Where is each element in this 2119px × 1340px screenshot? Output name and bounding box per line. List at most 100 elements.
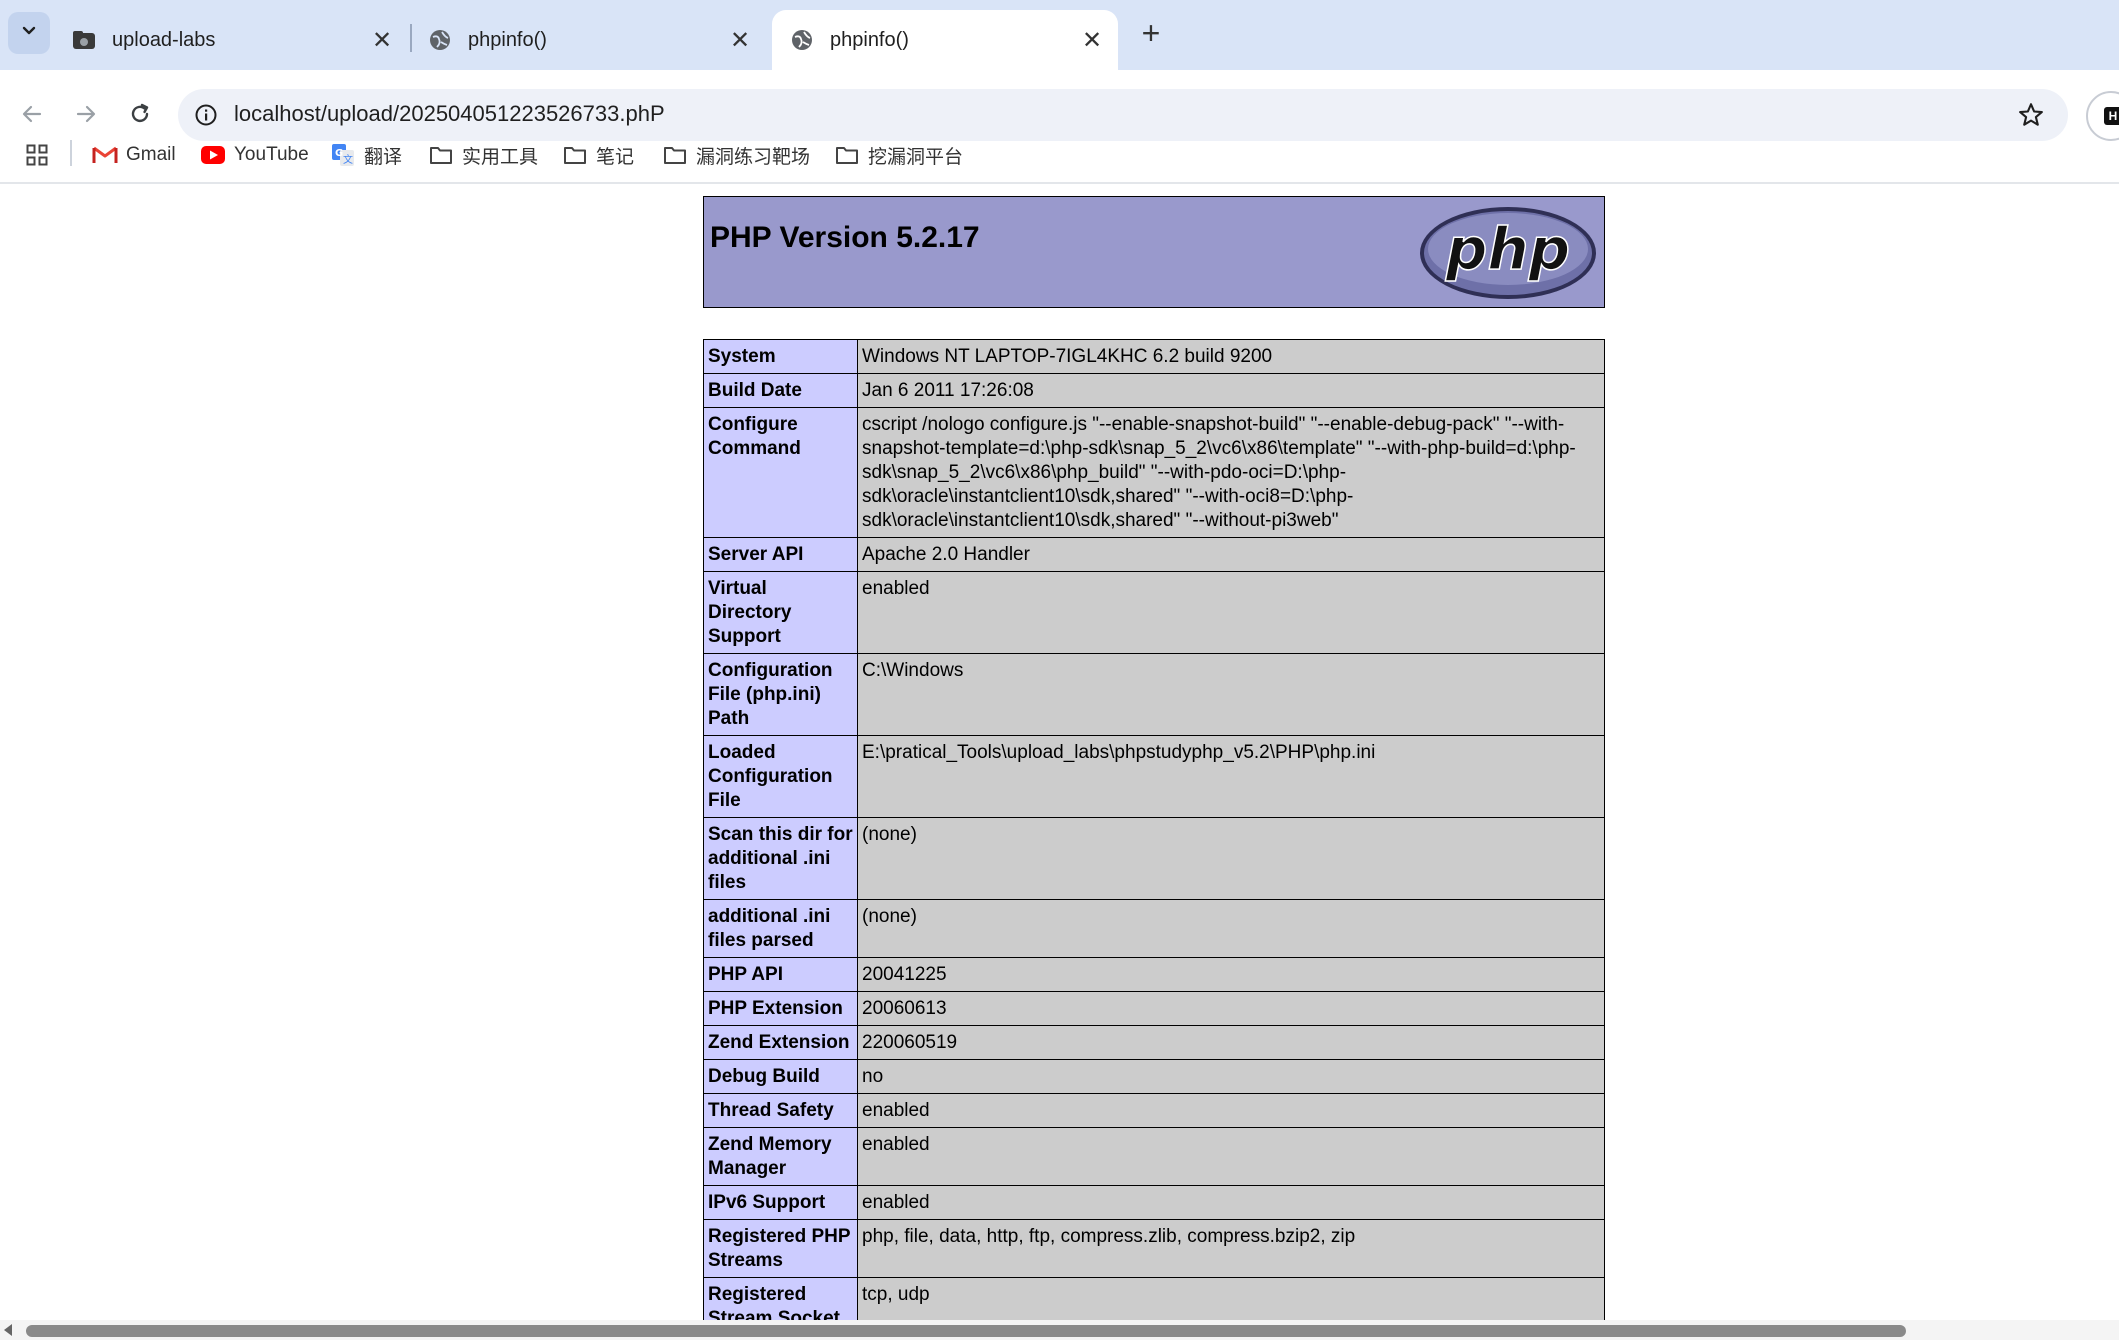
- bookmarks-divider: [70, 140, 72, 166]
- svg-text:G: G: [335, 148, 343, 159]
- tab-search-button[interactable]: [8, 12, 50, 54]
- table-row: Server API Apache 2.0 Handler: [703, 537, 1605, 572]
- bookmark-gmail[interactable]: Gmail: [92, 138, 176, 172]
- row-key: Zend Memory Manager: [703, 1127, 858, 1186]
- row-key: Configure Command: [703, 407, 858, 538]
- row-key: Debug Build: [703, 1059, 858, 1094]
- close-icon[interactable]: ✕: [1080, 27, 1104, 54]
- bookmark-folder-tools[interactable]: 实用工具: [428, 138, 538, 172]
- php-logo[interactable]: php: [1418, 205, 1598, 301]
- row-key: PHP API: [703, 957, 858, 992]
- tab-phpinfo-active[interactable]: phpinfo() ✕: [772, 10, 1118, 70]
- bookmark-label: Gmail: [126, 144, 176, 165]
- globe-icon: [428, 28, 452, 52]
- tab-title: phpinfo(): [468, 28, 547, 51]
- table-row: Scan this dir for additional .ini files(…: [703, 817, 1605, 900]
- bookmark-folder-vuln-range[interactable]: 漏洞练习靶场: [662, 138, 810, 172]
- row-key: Virtual Directory Support: [703, 571, 858, 654]
- reload-icon: [128, 102, 152, 131]
- table-row: Zend Memory Manager enabled: [703, 1127, 1605, 1186]
- php-version-title: PHP Version 5.2.17: [710, 221, 980, 254]
- table-row: Thread Safety enabled: [703, 1093, 1605, 1128]
- bookmark-folder-notes[interactable]: 笔记: [562, 138, 634, 172]
- gmail-icon: [92, 142, 118, 168]
- arrow-left-icon: [20, 102, 44, 131]
- row-value: 20041225: [857, 957, 1605, 992]
- row-value: Apache 2.0 Handler: [857, 537, 1605, 572]
- bookmark-star-icon[interactable]: [2016, 100, 2046, 130]
- row-value: 20060613: [857, 991, 1605, 1026]
- bookmark-translate[interactable]: G文 翻译: [330, 138, 402, 172]
- site-info-icon[interactable]: [192, 101, 220, 129]
- table-row: Registered Stream Socket Transportstcp, …: [703, 1277, 1605, 1320]
- browser-window: upload-labs ✕ phpinfo() ✕ phpinfo() ✕ +: [0, 0, 2119, 1340]
- folder-icon: [562, 142, 588, 168]
- row-key: Zend Extension: [703, 1025, 858, 1060]
- table-row: Registered PHP Streams php, file, data, h…: [703, 1219, 1605, 1278]
- apps-grid-icon: [24, 142, 50, 168]
- table-row: System Windows NT LAPTOP-7IGL4KHC 6.2 bui…: [703, 339, 1605, 374]
- row-key: additional .ini files parsed: [703, 899, 858, 958]
- table-row: PHP Extension 20060613: [703, 991, 1605, 1026]
- row-value: tcp, udp: [857, 1277, 1605, 1320]
- row-key: System: [703, 339, 858, 374]
- row-key: IPv6 Support: [703, 1185, 858, 1220]
- row-value: (none): [857, 899, 1605, 958]
- bookmarks-bar: Gmail YouTube G文 翻译 实用工具 笔记 漏洞练习靶场 挖漏洞平台: [0, 130, 2119, 182]
- table-row: additional .ini files parsed (none): [703, 899, 1605, 958]
- horizontal-scrollbar[interactable]: [0, 1320, 2119, 1340]
- bookmark-label: YouTube: [234, 144, 309, 165]
- row-value: cscript /nologo configure.js "--enable-s…: [857, 407, 1605, 538]
- row-value: Jan 6 2011 17:26:08: [857, 373, 1605, 408]
- svg-text:文: 文: [343, 153, 353, 166]
- phpinfo-table: System Windows NT LAPTOP-7IGL4KHC 6.2 bui…: [703, 339, 1605, 1320]
- row-value: 220060519: [857, 1025, 1605, 1060]
- row-value: enabled: [857, 1093, 1605, 1128]
- row-value: Windows NT LAPTOP-7IGL4KHC 6.2 build 920…: [857, 339, 1605, 374]
- row-value: (none): [857, 817, 1605, 900]
- folder-tab-icon: [72, 28, 96, 52]
- bookmark-label: 实用工具: [462, 146, 539, 168]
- translate-icon: G文: [330, 142, 356, 168]
- new-tab-button[interactable]: +: [1134, 14, 1168, 51]
- page-content: PHP Version 5.2.17 php System Windows NT …: [0, 184, 2119, 1320]
- row-key: Scan this dir for additional .ini files: [703, 817, 858, 900]
- youtube-icon: [200, 142, 226, 168]
- row-value: E:\pratical_Tools\upload_labs\phpstudyph…: [857, 735, 1605, 818]
- extension-icon: H: [2104, 107, 2119, 125]
- table-row: Loaded Configuration File E:\pratical_Too…: [703, 735, 1605, 818]
- table-row: PHP API 20041225: [703, 957, 1605, 992]
- table-row: Configuration File (php.ini) Path C:\Wind…: [703, 653, 1605, 736]
- row-key: Thread Safety: [703, 1093, 858, 1128]
- globe-icon: [790, 28, 814, 52]
- row-key: Registered PHP Streams: [703, 1219, 858, 1278]
- row-key: Loaded Configuration File: [703, 735, 858, 818]
- bookmark-youtube[interactable]: YouTube: [200, 138, 309, 172]
- row-key: Configuration File (php.ini) Path: [703, 653, 858, 736]
- bookmark-folder-bug-platform[interactable]: 挖漏洞平台: [834, 138, 963, 172]
- folder-icon: [834, 142, 860, 168]
- folder-icon: [662, 142, 688, 168]
- close-icon[interactable]: ✕: [370, 27, 394, 54]
- tab-phpinfo[interactable]: phpinfo() ✕: [410, 10, 766, 70]
- bookmark-label: 笔记: [596, 146, 635, 168]
- plus-icon: +: [1141, 14, 1161, 51]
- tab-upload-labs[interactable]: upload-labs ✕: [54, 10, 408, 70]
- row-value: enabled: [857, 1185, 1605, 1220]
- scrollbar-thumb[interactable]: [26, 1325, 1906, 1337]
- row-value: no: [857, 1059, 1605, 1094]
- tab-title: phpinfo(): [830, 28, 909, 51]
- table-row: Build Date Jan 6 2011 17:26:08: [703, 373, 1605, 408]
- close-icon[interactable]: ✕: [728, 27, 752, 54]
- row-key: Registered Stream Socket Transports: [703, 1277, 858, 1320]
- bookmark-apps[interactable]: [24, 138, 58, 172]
- url-text[interactable]: localhost/upload/202504051223526733.phP: [234, 101, 665, 127]
- bookmark-label: 漏洞练习靶场: [696, 146, 811, 168]
- tab-title: upload-labs: [112, 28, 216, 51]
- scroll-left-arrow-icon[interactable]: [4, 1324, 12, 1336]
- tab-strip: upload-labs ✕ phpinfo() ✕ phpinfo() ✕ +: [0, 0, 2119, 70]
- bookmark-label: 翻译: [364, 146, 403, 168]
- row-value: enabled: [857, 571, 1605, 654]
- php-version-header: PHP Version 5.2.17 php: [703, 196, 1605, 308]
- table-row: Virtual Directory Support enabled: [703, 571, 1605, 654]
